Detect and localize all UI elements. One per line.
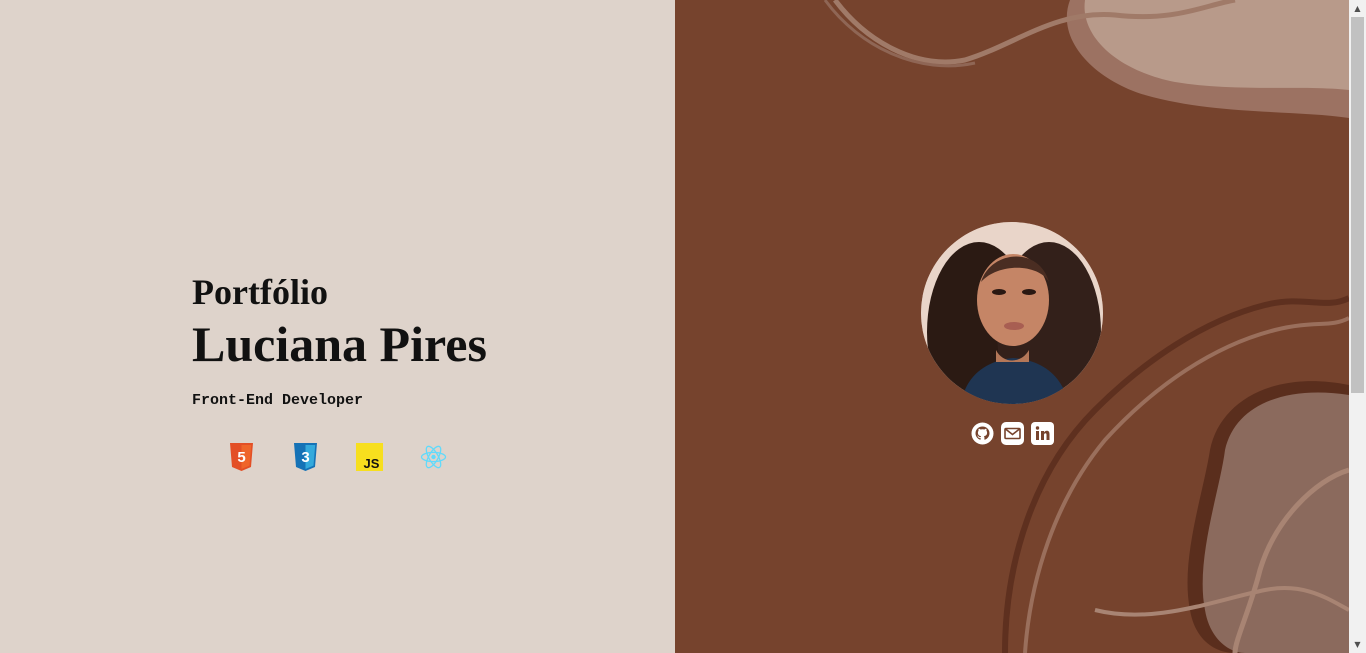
- linkedin-icon[interactable]: [1031, 422, 1054, 445]
- page-scrollbar[interactable]: ▲ ▼: [1349, 0, 1366, 653]
- svg-text:5: 5: [237, 449, 245, 466]
- social-links: [971, 422, 1054, 445]
- tech-stack: 5 3 JS: [228, 443, 447, 471]
- developer-role: Front-End Developer: [192, 392, 364, 409]
- github-icon[interactable]: [971, 422, 994, 445]
- scrollbar-thumb[interactable]: [1351, 17, 1364, 393]
- profile-photo: [921, 222, 1103, 404]
- page-subtitle: Portfólio: [192, 272, 328, 312]
- javascript-icon: JS: [356, 443, 383, 471]
- intro-panel: Portfólio Luciana Pires Front-End Develo…: [0, 0, 675, 653]
- css3-icon: 3: [294, 443, 317, 471]
- react-icon: [420, 445, 447, 469]
- svg-text:3: 3: [301, 449, 309, 466]
- developer-name: Luciana Pires: [192, 316, 487, 372]
- svg-text:JS: JS: [364, 456, 380, 471]
- intro-text: Portfólio Luciana Pires Front-End Develo…: [192, 270, 487, 409]
- profile-panel: [675, 0, 1349, 653]
- email-icon[interactable]: [1001, 422, 1024, 445]
- html5-icon: 5: [230, 443, 253, 471]
- scroll-up-arrow-icon[interactable]: ▲: [1349, 0, 1366, 17]
- scroll-down-arrow-icon[interactable]: ▼: [1349, 636, 1366, 653]
